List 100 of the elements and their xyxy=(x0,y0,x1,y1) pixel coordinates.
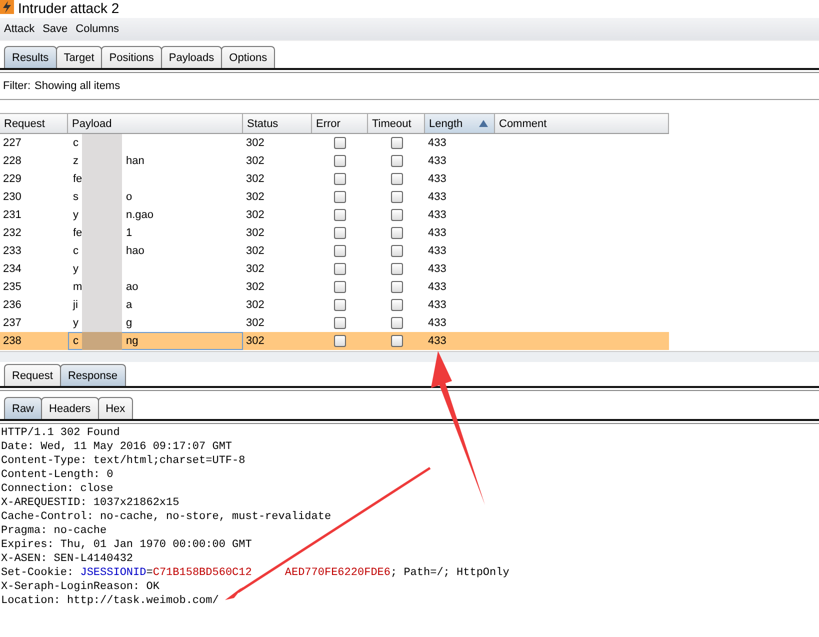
response-line: Expires: Thu, 01 Jan 1970 00:00:00 GMT xyxy=(1,538,252,552)
table-cell: ng xyxy=(126,335,138,347)
table-cell: 302 xyxy=(246,317,264,329)
timeout-checkbox[interactable] xyxy=(390,335,402,347)
error-checkbox[interactable] xyxy=(334,245,346,257)
result-row[interactable]: 231 y n.gao 302 433 xyxy=(0,206,669,224)
result-row[interactable]: 230 s o 302 433 xyxy=(0,188,669,206)
table-cell: 232 xyxy=(3,227,22,239)
result-row[interactable]: 235 m ao 302 433 xyxy=(0,278,669,296)
result-row[interactable]: 228 z han 302 433 xyxy=(0,152,669,170)
column-header[interactable]: Status xyxy=(243,114,312,133)
table-cell: 433 xyxy=(428,137,446,149)
table-cell: 433 xyxy=(428,173,446,185)
timeout-checkbox[interactable] xyxy=(390,227,402,239)
app-logo-icon xyxy=(0,0,14,14)
table-cell: hao xyxy=(126,245,144,257)
error-checkbox[interactable] xyxy=(334,281,346,293)
tab[interactable]: Results xyxy=(4,46,57,68)
table-cell: 229 xyxy=(3,173,22,185)
result-row[interactable]: 229 fe 302 433 xyxy=(0,170,669,188)
table-cell: y xyxy=(73,209,78,221)
response-line: X-ASEN: SEN-L4140432 xyxy=(1,552,134,566)
timeout-checkbox[interactable] xyxy=(390,263,402,275)
window-title: Intruder attack 2 xyxy=(18,0,120,16)
tab[interactable]: Target xyxy=(56,46,102,68)
tab[interactable]: Hex xyxy=(98,397,134,419)
table-cell: 302 xyxy=(246,209,264,221)
result-row[interactable]: 227 c 302 433 xyxy=(0,134,669,152)
table-cell: a xyxy=(126,299,132,311)
tab[interactable]: Headers xyxy=(41,397,99,419)
result-row[interactable]: 232 fe 1 302 433 xyxy=(0,224,669,242)
response-line: Date: Wed, 11 May 2016 09:17:07 GMT xyxy=(1,440,232,454)
table-cell: ao xyxy=(126,281,138,293)
error-checkbox[interactable] xyxy=(334,155,346,167)
response-line: Pragma: no-cache xyxy=(1,524,107,538)
tab[interactable]: Raw xyxy=(4,397,42,419)
error-checkbox[interactable] xyxy=(334,191,346,203)
error-checkbox[interactable] xyxy=(334,263,346,275)
timeout-checkbox[interactable] xyxy=(390,245,402,257)
menu-item[interactable]: Save xyxy=(42,23,68,35)
timeout-checkbox[interactable] xyxy=(390,137,402,149)
column-header[interactable]: Payload xyxy=(68,114,243,133)
timeout-checkbox[interactable] xyxy=(390,173,402,185)
menu-item[interactable]: Columns xyxy=(76,23,120,35)
table-cell: 238 xyxy=(3,335,22,347)
result-row[interactable]: 234 y 302 433 xyxy=(0,260,669,278)
timeout-checkbox[interactable] xyxy=(390,209,402,221)
table-cell: 302 xyxy=(246,245,264,257)
table-cell: s xyxy=(73,191,78,203)
error-checkbox[interactable] xyxy=(334,317,346,329)
timeout-checkbox[interactable] xyxy=(390,155,402,167)
error-checkbox[interactable] xyxy=(334,209,346,221)
timeout-checkbox[interactable] xyxy=(390,281,402,293)
response-line: X-AREQUESTID: 1037x21862x15 xyxy=(1,496,180,510)
table-cell: c xyxy=(73,335,78,347)
redaction-mask xyxy=(82,314,122,332)
response-line: Location: http://task.weimob.com/ xyxy=(1,594,219,608)
table-cell: 230 xyxy=(3,191,22,203)
error-checkbox[interactable] xyxy=(334,137,346,149)
table-cell: c xyxy=(73,245,78,257)
tab[interactable]: Response xyxy=(60,364,126,386)
tab[interactable]: Options xyxy=(221,46,276,68)
table-cell: 1 xyxy=(126,227,132,239)
response-line: X-Seraph-LoginReason: OK xyxy=(1,580,160,594)
result-row[interactable]: 238 c ng 302 433 xyxy=(0,332,669,350)
menu-item[interactable]: Attack xyxy=(4,23,35,35)
table-cell: g xyxy=(126,317,132,329)
timeout-checkbox[interactable] xyxy=(390,191,402,203)
table-cell: 302 xyxy=(246,173,264,185)
error-checkbox[interactable] xyxy=(334,335,346,347)
error-checkbox[interactable] xyxy=(334,173,346,185)
result-row[interactable]: 236 ji a 302 433 xyxy=(0,296,669,314)
table-cell: 433 xyxy=(428,281,446,293)
error-checkbox[interactable] xyxy=(334,299,346,311)
column-header[interactable]: Length xyxy=(425,114,495,133)
table-cell: 233 xyxy=(3,245,22,257)
table-cell: y xyxy=(73,263,78,275)
tab[interactable]: Payloads xyxy=(160,46,222,68)
tab[interactable]: Request xyxy=(4,364,61,386)
response-line: Content-Length: 0 xyxy=(1,468,114,482)
column-header[interactable]: Request xyxy=(0,114,68,133)
table-cell: 236 xyxy=(3,299,22,311)
table-cell: 433 xyxy=(428,227,446,239)
timeout-checkbox[interactable] xyxy=(390,299,402,311)
response-line: Cache-Control: no-cache, no-store, must-revalidate xyxy=(1,510,332,524)
table-cell: y xyxy=(73,317,78,329)
result-row[interactable]: 233 c hao 302 433 xyxy=(0,242,669,260)
response-line: HTTP/1.1 302 Found xyxy=(1,426,120,440)
result-row[interactable]: 237 y g 302 433 xyxy=(0,314,669,332)
error-checkbox[interactable] xyxy=(334,227,346,239)
table-cell: fe xyxy=(73,227,82,239)
table-cell: 302 xyxy=(246,191,264,203)
table-cell: 302 xyxy=(246,281,264,293)
table-cell: 235 xyxy=(3,281,22,293)
column-header[interactable]: Error xyxy=(312,114,368,133)
timeout-checkbox[interactable] xyxy=(390,317,402,329)
table-cell: ji xyxy=(73,299,78,311)
filter-value[interactable]: Showing all items xyxy=(34,80,120,92)
table-cell: 302 xyxy=(246,263,264,275)
tab[interactable]: Positions xyxy=(101,46,162,68)
